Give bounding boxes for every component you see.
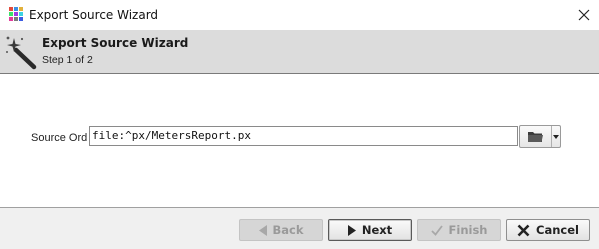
close-button[interactable] — [569, 0, 599, 30]
x-icon — [517, 224, 530, 236]
window-title: Export Source Wizard — [29, 8, 159, 22]
arrow-left-icon — [258, 224, 267, 236]
magic-wand-icon — [6, 36, 37, 70]
browse-control[interactable] — [519, 125, 561, 148]
close-icon[interactable] — [578, 9, 590, 21]
browse-button[interactable] — [520, 126, 552, 147]
wizard-footer: Back Next Finish Cancel — [0, 208, 599, 249]
arrow-right-icon — [347, 224, 356, 236]
cancel-button-label: Cancel — [536, 223, 579, 237]
next-button[interactable]: Next — [328, 219, 412, 241]
finish-button[interactable]: Finish — [417, 219, 501, 241]
chevron-down-icon — [552, 134, 559, 139]
browse-dropdown-button[interactable] — [551, 126, 560, 147]
folder-icon — [528, 132, 543, 142]
next-button-label: Next — [361, 223, 393, 237]
app-grid-icon — [9, 7, 23, 21]
wizard-title: Export Source Wizard — [42, 36, 189, 50]
source-ord-label: Source Ord — [31, 132, 88, 144]
finish-button-label: Finish — [448, 223, 488, 237]
title-bar: Export Source Wizard — [0, 0, 599, 30]
back-button-label: Back — [272, 223, 304, 237]
source-ord-input[interactable] — [89, 126, 518, 146]
wizard-header: Export Source Wizard Step 1 of 2 — [0, 30, 599, 74]
step-indicator: Step 1 of 2 — [42, 54, 93, 66]
check-icon — [430, 224, 443, 236]
cancel-button[interactable]: Cancel — [506, 219, 590, 241]
wizard-content: Source Ord — [0, 74, 599, 207]
back-button[interactable]: Back — [239, 219, 323, 241]
